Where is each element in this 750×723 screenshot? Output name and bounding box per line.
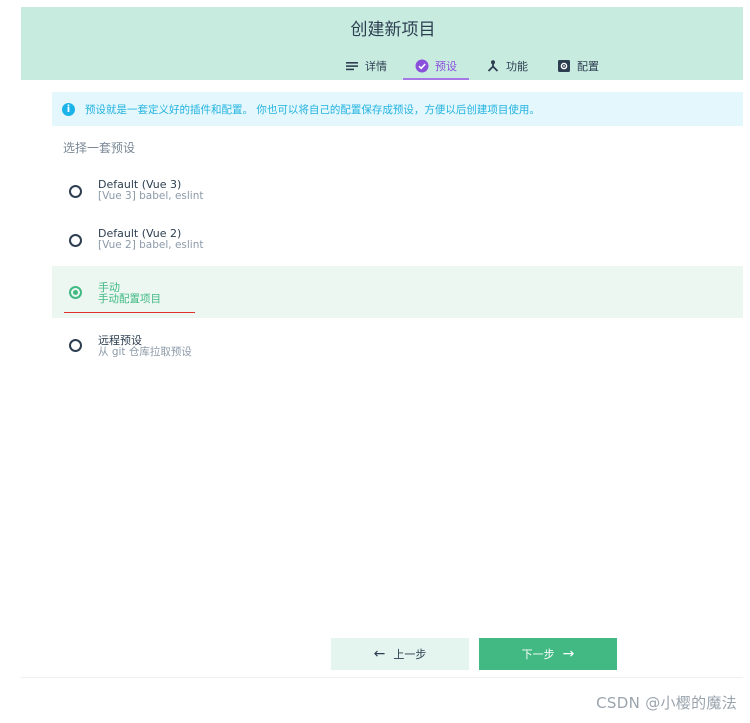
preset-description: [Vue 2] babel, eslint [98, 239, 204, 251]
tab-bar: 详情 预设 功能 配置 [21, 51, 743, 80]
previous-button-label: 上一步 [393, 648, 427, 661]
arrow-right-icon: → [562, 646, 575, 662]
radio-button[interactable] [69, 339, 82, 352]
annotation-underline [64, 312, 195, 313]
preset-remote[interactable]: 远程预设 从 git 仓库拉取预设 [52, 319, 743, 371]
radio-button-selected[interactable] [69, 286, 82, 299]
info-icon: i [62, 102, 75, 116]
preset-manual[interactable]: 手动 手动配置项目 [52, 266, 743, 318]
tab-label: 配置 [577, 59, 599, 73]
arrow-left-icon: ← [373, 646, 386, 662]
settings-box-icon [558, 59, 570, 72]
tab-config[interactable]: 配置 [557, 51, 599, 80]
split-icon [487, 59, 499, 72]
header: 创建新项目 详情 预设 功能 配置 [21, 7, 743, 80]
radio-button[interactable] [69, 234, 82, 247]
tab-label: 预设 [435, 59, 457, 73]
tab-features[interactable]: 功能 [486, 51, 528, 80]
tab-details[interactable]: 详情 [345, 51, 387, 80]
tab-label: 详情 [365, 59, 387, 73]
tab-label: 功能 [506, 59, 528, 73]
previous-button[interactable]: ← 上一步 [331, 638, 469, 670]
preset-default-vue2[interactable]: Default (Vue 2) [Vue 2] babel, eslint [52, 214, 743, 266]
preset-description: 手动配置项目 [98, 293, 161, 305]
radio-button[interactable] [69, 185, 82, 198]
info-text: 预设就是一套定义好的插件和配置。 你也可以将自己的配置保存成预设，方便以后创建项… [85, 103, 540, 116]
footer-divider [21, 677, 743, 678]
create-project-page: 创建新项目 详情 预设 功能 配置 i 预设就是一套定义好的插件和配置。 你也可… [0, 0, 750, 723]
tab-presets[interactable]: 预设 [403, 51, 469, 80]
section-title: 选择一套预设 [63, 141, 136, 155]
preset-description: 从 git 仓库拉取预设 [98, 346, 192, 358]
watermark: CSDN @小樱的魔法 [596, 694, 737, 712]
page-title: 创建新项目 [350, 20, 436, 40]
check-circle-icon [415, 59, 429, 72]
next-button[interactable]: 下一步 → [479, 638, 617, 670]
info-banner: i 预设就是一套定义好的插件和配置。 你也可以将自己的配置保存成预设，方便以后创… [52, 92, 743, 126]
next-button-label: 下一步 [521, 648, 555, 661]
preset-default-vue3[interactable]: Default (Vue 3) [Vue 3] babel, eslint [52, 165, 743, 217]
list-icon [346, 61, 358, 70]
preset-description: [Vue 3] babel, eslint [98, 190, 204, 202]
